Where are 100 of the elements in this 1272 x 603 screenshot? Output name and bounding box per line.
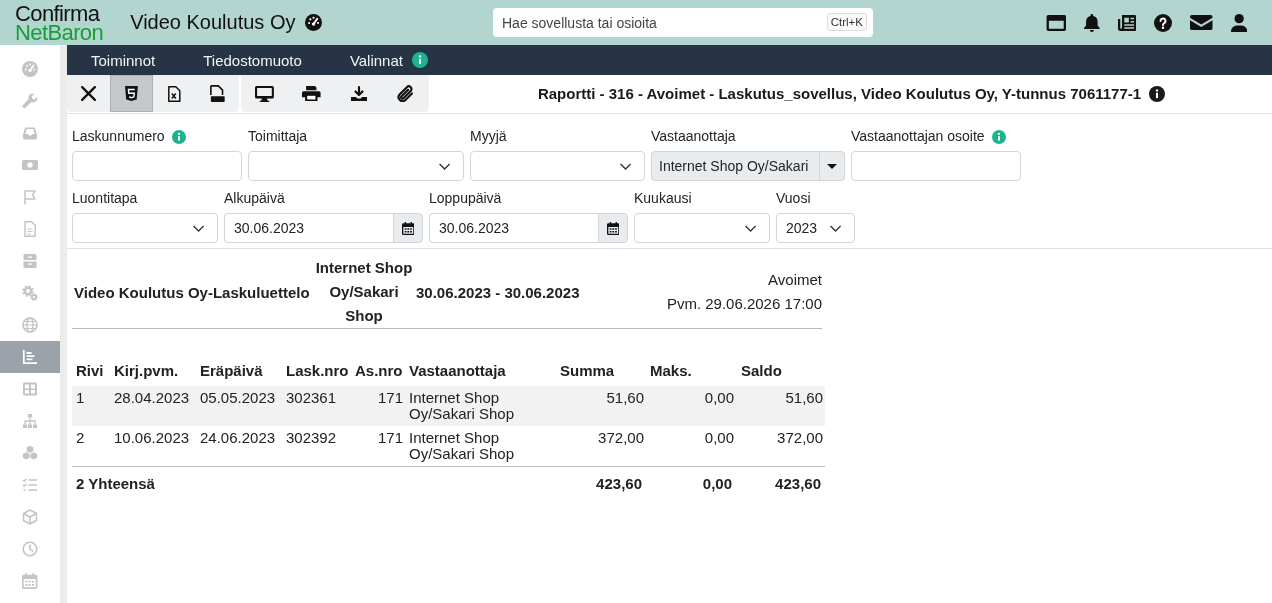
recipient-name: Internet Shop Oy/Sakari Shop <box>314 258 414 326</box>
total-cell: 423,60 <box>552 466 646 501</box>
total-label: 2 Yhteensä <box>72 466 552 501</box>
gauge-icon <box>305 14 323 31</box>
select-field[interactable] <box>248 151 464 181</box>
report-heading: Raportti - 316 - Avoimet - Laskutus_sovellus, Video Koulutus Oy, Y-tunnus 7061177-1 <box>537 85 1142 102</box>
column-header: Summa <box>552 356 646 386</box>
grid-icon <box>22 381 38 397</box>
report-status: Avoimet <box>768 270 822 290</box>
menu-item[interactable]: Tiedostomuoto <box>179 45 326 75</box>
chart-icon <box>22 349 38 365</box>
field-label: Vuosi <box>776 189 811 208</box>
menu-item[interactable]: Valinnat <box>325 45 452 75</box>
chevron-down-icon <box>619 162 631 170</box>
select-field[interactable] <box>72 213 218 243</box>
clock-icon <box>22 541 38 557</box>
calendar-button[interactable] <box>393 213 423 243</box>
table-cell: 171 <box>352 386 407 426</box>
table-cell: 302361 <box>284 386 352 426</box>
table-cell: 51,60 <box>552 386 646 426</box>
column-header: Rivi <box>72 356 112 386</box>
document-icon <box>22 221 38 237</box>
printer-icon <box>302 86 321 101</box>
column-header: Kirj.pvm. <box>112 356 198 386</box>
field-label: Toimittaja <box>248 127 308 146</box>
table-cell: 2 <box>72 426 112 467</box>
file-x-icon <box>168 85 181 102</box>
chevron-down-icon <box>192 224 204 232</box>
print-date: Pvm. 29.06.2026 17:00 <box>666 294 822 314</box>
sidebar-item[interactable] <box>0 341 60 373</box>
text-field[interactable] <box>72 151 242 181</box>
newspaper-icon[interactable] <box>1117 14 1137 31</box>
table-cell: 24.06.2023 <box>198 426 284 467</box>
download-icon <box>350 86 367 101</box>
column-header: Maks. <box>646 356 736 386</box>
field-label: Luontitapa <box>72 189 138 208</box>
table-cell: 51,60 <box>736 386 825 426</box>
field-label: Alkupäivä <box>224 189 285 208</box>
banknote-icon <box>22 157 38 173</box>
calendar-button[interactable] <box>598 213 628 243</box>
report-period: 30.06.2023 - 30.06.2023 <box>416 283 580 301</box>
total-cell: 0,00 <box>646 466 736 501</box>
calendar-icon <box>401 221 415 235</box>
window-icon[interactable] <box>1045 14 1067 31</box>
chevron-down-icon <box>438 162 450 170</box>
mail-icon[interactable] <box>1190 15 1213 30</box>
calendar-icon <box>606 221 620 235</box>
table-cell: 0,00 <box>646 386 736 426</box>
hierarchy-icon <box>22 413 38 429</box>
wrench-icon <box>22 93 38 109</box>
select-field[interactable] <box>470 151 645 181</box>
column-header: Lask.nro <box>284 356 352 386</box>
table-cell: 302392 <box>284 426 352 467</box>
document-icon <box>210 85 225 102</box>
bell-icon[interactable] <box>1084 13 1100 32</box>
column-header: Vastaanottaja <box>407 356 552 386</box>
drawers-icon <box>22 253 38 269</box>
table-cell: 28.04.2023 <box>112 386 198 426</box>
column-header: As.nro <box>352 356 407 386</box>
select-field[interactable] <box>634 213 770 243</box>
field-label: Vastaanottajan osoite <box>851 127 985 146</box>
date-field[interactable]: 30.06.2023 <box>429 213 598 243</box>
field-label: Laskunnumero <box>72 127 165 146</box>
table-cell: 10.06.2023 <box>112 426 198 467</box>
field-label: Vastaanottaja <box>651 127 736 146</box>
column-header: Eräpäivä <box>198 356 284 386</box>
chevron-down-icon <box>744 224 756 232</box>
field-label: Myyjä <box>470 127 507 146</box>
table-cell: 05.05.2023 <box>198 386 284 426</box>
company-name: Video Koulutus Oy <box>130 11 296 34</box>
field-label: Loppupäivä <box>429 189 502 208</box>
menu-item[interactable]: Toiminnot <box>67 45 180 75</box>
total-cell: 423,60 <box>736 466 825 501</box>
flag-icon <box>22 189 38 205</box>
combo-field[interactable]: Internet Shop Oy/Sakari <box>651 151 845 181</box>
cube-icon <box>22 509 38 525</box>
shield-icon <box>125 86 138 101</box>
logo: Confirma NetBaron <box>15 3 104 42</box>
date-field[interactable]: 30.06.2023 <box>224 213 393 243</box>
column-header: Saldo <box>736 356 825 386</box>
table-cell: 372,00 <box>552 426 646 467</box>
chevron-down-icon <box>829 224 841 232</box>
table-cell: Internet Shop Oy/Sakari Shop <box>407 386 552 426</box>
tray-icon <box>22 125 38 141</box>
paperclip-icon <box>397 85 414 102</box>
user-icon[interactable] <box>1230 13 1247 32</box>
globe-icon <box>22 317 38 333</box>
monitor-icon <box>255 85 274 102</box>
gauge-icon <box>22 61 38 77</box>
text-field[interactable] <box>851 151 1021 181</box>
select-field[interactable]: 2023 <box>776 213 855 243</box>
caret-down-icon <box>827 163 837 169</box>
table-cell: 171 <box>352 426 407 467</box>
toolbar-button[interactable] <box>110 75 153 112</box>
shortcut-hint: Ctrl+K <box>826 13 867 31</box>
table-cell: 372,00 <box>736 426 825 467</box>
close-icon <box>81 86 96 101</box>
field-label: Kuukausi <box>634 189 692 208</box>
report-title: Video Koulutus Oy-Laskuluettelo <box>73 283 311 301</box>
help-icon[interactable] <box>1154 13 1173 32</box>
